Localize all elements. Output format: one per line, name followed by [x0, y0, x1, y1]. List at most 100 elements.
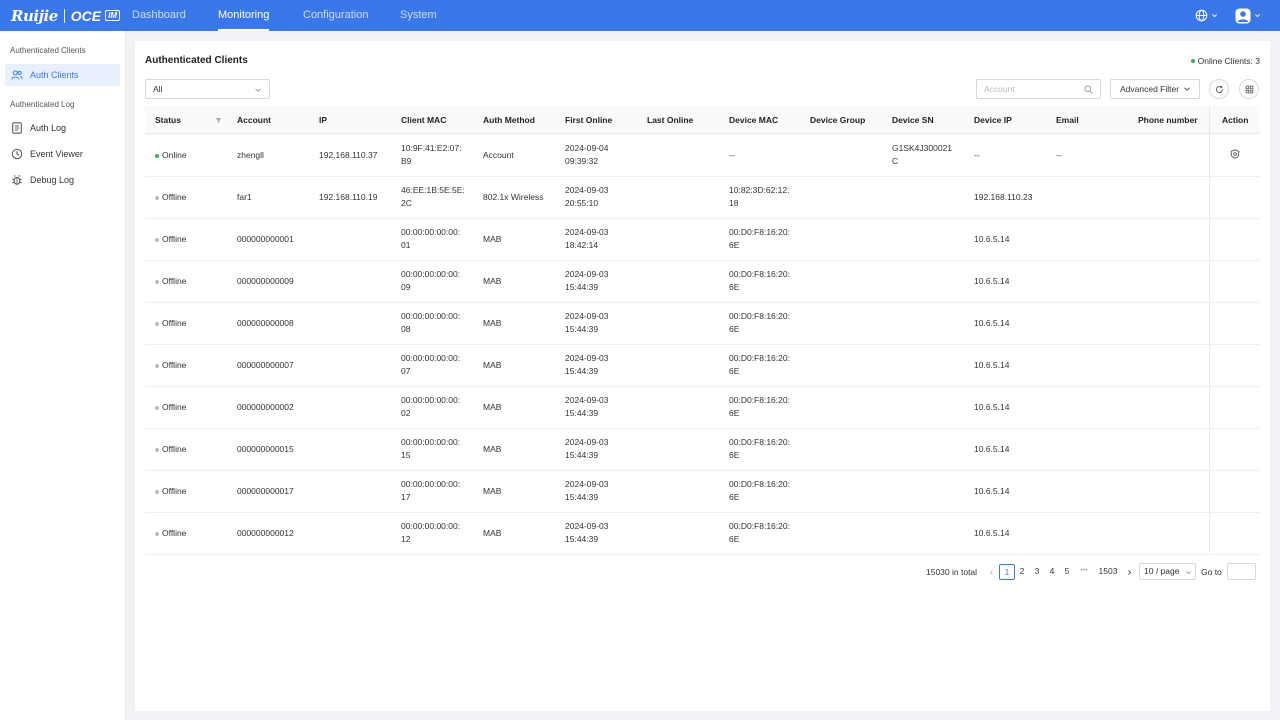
- cell-first-online: 2024-09-03 20:55:10: [565, 184, 608, 210]
- cell-first-online-line: 2024-09-03: [565, 479, 609, 489]
- table-row[interactable]: Offline 000000000002 00:00:00:00:00: 02 MAB 2…: [145, 387, 1260, 429]
- page-5[interactable]: 5: [1060, 564, 1074, 580]
- table-row[interactable]: Offline 000000000012 00:00:00:00:00: 12 MAB 2…: [145, 513, 1260, 555]
- status-dot-icon: [155, 447, 159, 452]
- user-menu[interactable]: [1235, 7, 1261, 24]
- cell-client-mac-line: 09: [401, 282, 411, 292]
- cell-auth-method-line: MAB: [483, 360, 502, 370]
- cell-client-mac-line: 00:00:00:00:00:: [401, 395, 461, 405]
- cell-client-mac-line: 00:00:00:00:00:: [401, 437, 461, 447]
- cell-client-mac: 10:9F:41:E2:07: B9: [401, 142, 462, 168]
- cell-first-online-line: 2024-09-03: [565, 227, 609, 237]
- cell-auth-method: 802.1x Wireless: [483, 191, 543, 204]
- page-4[interactable]: 4: [1045, 564, 1059, 580]
- cell-device-sn-line: G1SK4J300021: [892, 143, 953, 153]
- cell-account: zhengll: [237, 149, 264, 162]
- cell-account-line: zhengll: [237, 150, 264, 160]
- status-filter-value: All: [153, 84, 163, 94]
- clock-icon: [11, 148, 23, 160]
- filter-icon[interactable]: [215, 117, 222, 124]
- status-text: Offline: [162, 486, 187, 496]
- cell-client-mac-line: 00:00:00:00:00:: [401, 269, 461, 279]
- sidebar-item-debug-log[interactable]: Debug Log: [5, 169, 120, 191]
- sidebar-group-authenticated-log: Authenticated Log: [10, 100, 75, 109]
- sidebar-item-event-viewer[interactable]: Event Viewer: [5, 143, 120, 165]
- cell-status: Offline: [155, 191, 186, 204]
- cell-email: --: [1056, 149, 1062, 162]
- nav-monitoring[interactable]: Monitoring: [218, 0, 270, 31]
- globe-icon: [1195, 9, 1208, 22]
- cell-device-ip: --: [974, 149, 980, 162]
- cell-auth-method-line: Account: [483, 150, 514, 160]
- table-row[interactable]: Offline 000000000008 00:00:00:00:00: 08 MAB 2…: [145, 303, 1260, 345]
- cell-device-ip: 10.6.5.14: [974, 359, 1009, 372]
- table-row[interactable]: Offline 000000000007 00:00:00:00:00: 07 MAB 2…: [145, 345, 1260, 387]
- cell-first-online-line: 15:44:39: [565, 282, 599, 292]
- page-1[interactable]: 1: [999, 564, 1015, 580]
- cell-first-online-line: 15:44:39: [565, 534, 599, 544]
- page-last[interactable]: 1503: [1096, 564, 1120, 580]
- nav-dashboard[interactable]: Dashboard: [132, 0, 186, 31]
- cell-first-online-line: 15:44:39: [565, 324, 599, 334]
- table-row[interactable]: Offline 000000000001 00:00:00:00:00: 01 MAB 2…: [145, 219, 1260, 261]
- status-dot-icon: [155, 279, 159, 284]
- sidebar-item-auth-clients[interactable]: Auth Clients: [5, 64, 120, 86]
- cell-account: 000000000008: [237, 317, 294, 330]
- cell-first-online-line: 15:44:39: [565, 450, 599, 460]
- account-search-box[interactable]: [976, 79, 1101, 99]
- cell-device-ip: 10.6.5.14: [974, 275, 1009, 288]
- cell-first-online-line: 2024-09-03: [565, 437, 609, 447]
- cell-device-ip-line: 10.6.5.14: [974, 318, 1010, 328]
- sidebar-item-label: Auth Clients: [30, 70, 79, 80]
- cell-first-online-line: 2024-09-04: [565, 143, 609, 153]
- status-dot-icon: [155, 363, 159, 368]
- account-search-input[interactable]: [984, 80, 1084, 98]
- table-row[interactable]: Offline 000000000017 00:00:00:00:00: 17 MAB 2…: [145, 471, 1260, 513]
- status-text: Offline: [162, 192, 187, 202]
- logo-separator: [63, 8, 65, 23]
- cell-device-mac-line: 00:D0:F8:16:20:: [729, 395, 790, 405]
- goto-label: Go to: [1201, 567, 1222, 577]
- cell-device-ip-line: 10.6.5.14: [974, 486, 1010, 496]
- search-icon[interactable]: [1084, 85, 1093, 94]
- cell-device-mac-line: 10:82:3D:62:12:: [729, 185, 790, 195]
- page-ellipsis[interactable]: •••: [1075, 564, 1093, 580]
- cell-device-ip-line: --: [974, 150, 980, 160]
- page-3[interactable]: 3: [1030, 564, 1044, 580]
- nav-system[interactable]: System: [400, 0, 437, 31]
- language-menu[interactable]: [1195, 7, 1218, 24]
- advanced-filter-button[interactable]: Advanced Filter: [1110, 79, 1200, 99]
- pagination-total: 15030 in total: [926, 567, 978, 577]
- cell-first-online: 2024-09-03 15:44:39: [565, 436, 608, 462]
- table-row[interactable]: Offline far1 192.168.110.19 46:EE:1B:5E:5E:…: [145, 177, 1260, 219]
- cell-client-mac-line: 08: [401, 324, 411, 334]
- column-header-status: Status: [155, 115, 181, 125]
- status-filter-select[interactable]: All: [145, 79, 270, 99]
- cell-client-mac: 00:00:00:00:00: 12: [401, 520, 460, 546]
- nav-configuration[interactable]: Configuration: [303, 0, 368, 31]
- cell-status: Online: [155, 149, 187, 162]
- table-row[interactable]: Online zhengll 192.168.110.37 10:9F:41:E2:0…: [145, 135, 1260, 177]
- cell-device-mac: --: [729, 149, 735, 162]
- status-text: Offline: [162, 444, 187, 454]
- kick-off-button[interactable]: [1230, 149, 1240, 163]
- product-logo[interactable]: Ruijie OCE IM: [11, 7, 120, 25]
- sidebar-item-auth-log[interactable]: Auth Log: [5, 117, 120, 139]
- cell-client-mac-line: 10:9F:41:E2:07:: [401, 143, 462, 153]
- cell-device-ip: 10.6.5.14: [974, 233, 1009, 246]
- page-2[interactable]: 2: [1015, 564, 1029, 580]
- column-header-device-sn: Device SN: [892, 115, 934, 125]
- table-row[interactable]: Offline 000000000009 00:00:00:00:00: 09 MAB 2…: [145, 261, 1260, 303]
- cell-client-mac-line: 17: [401, 492, 411, 502]
- next-page-button[interactable]: [1124, 564, 1134, 580]
- refresh-button[interactable]: [1209, 79, 1229, 99]
- page-size-select[interactable]: 10 / page: [1139, 563, 1196, 580]
- goto-page-input[interactable]: [1227, 563, 1256, 580]
- prev-page-button[interactable]: [986, 564, 996, 580]
- cell-device-mac-line: 00:D0:F8:16:20:: [729, 227, 790, 237]
- cell-device-mac-line: 00:D0:F8:16:20:: [729, 311, 790, 321]
- advanced-filter-label: Advanced Filter: [1120, 84, 1180, 94]
- column-settings-button[interactable]: [1239, 79, 1259, 99]
- table-row[interactable]: Offline 000000000015 00:00:00:00:00: 15 MAB 2…: [145, 429, 1260, 471]
- cell-account-line: 000000000007: [237, 360, 294, 370]
